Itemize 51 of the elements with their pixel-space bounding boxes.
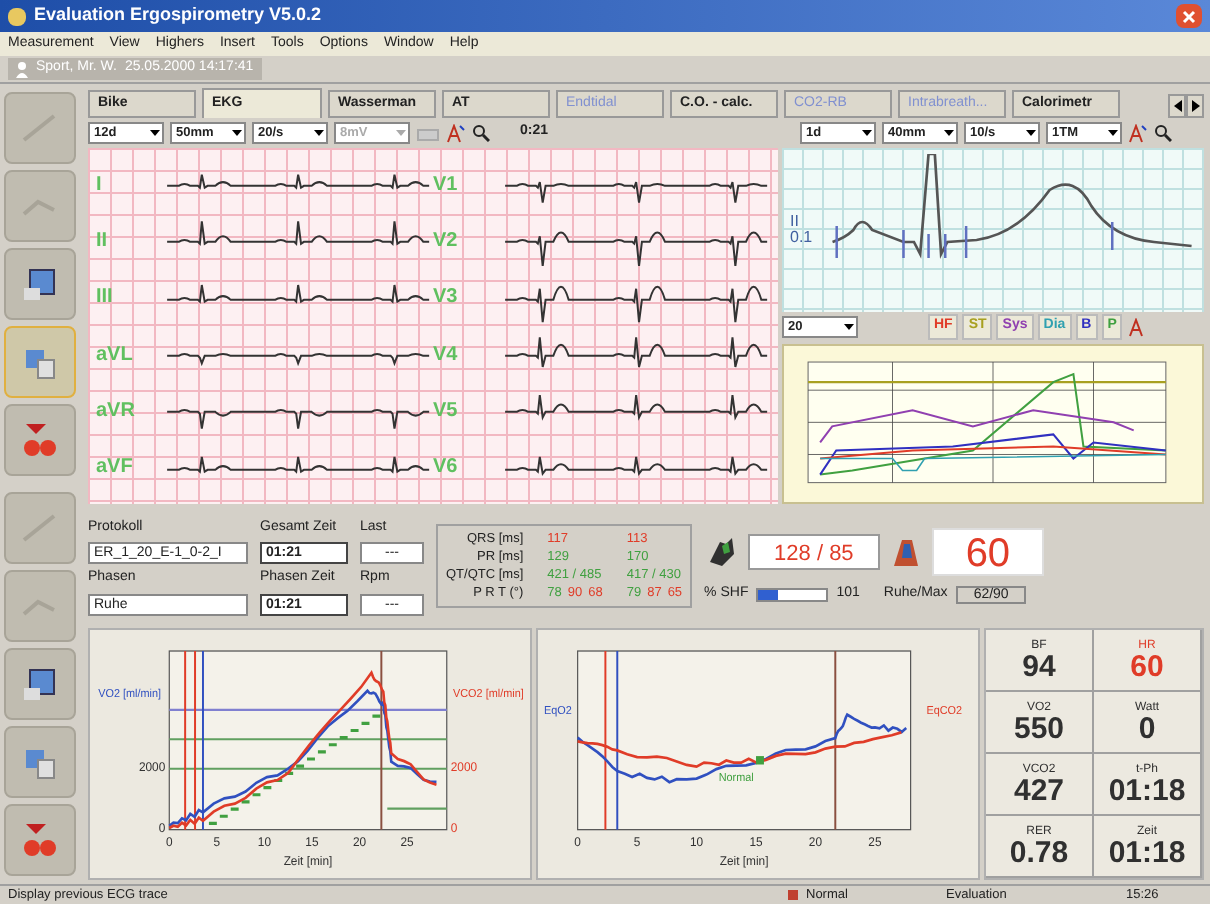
person-icon [16, 61, 28, 77]
caret-icon [312, 126, 326, 140]
lead-label: V6 [433, 454, 460, 483]
caret-icon [394, 126, 408, 140]
marker-square [756, 756, 764, 765]
sidebar-button[interactable] [4, 248, 76, 320]
value-number: 0.78 [1009, 837, 1069, 867]
value-number: 550 [1013, 713, 1065, 743]
caret-icon [148, 126, 162, 140]
sidebar-button[interactable] [4, 648, 76, 720]
tool-icon [18, 820, 62, 860]
value-number: 60 [1130, 651, 1164, 681]
value-number: 01:18 [1108, 775, 1186, 805]
lead-label: V4 [433, 341, 460, 370]
caret-icon [860, 126, 874, 140]
scroll-button[interactable] [1186, 94, 1204, 118]
font-icon[interactable] [446, 123, 466, 143]
lead-label: V1 [433, 171, 460, 200]
value-number: 427 [1013, 775, 1065, 805]
app-icon [8, 7, 26, 25]
caret-icon [1024, 126, 1038, 140]
scale-label: 0.1 [790, 229, 813, 246]
caret-icon [230, 126, 244, 140]
search-icon[interactable] [472, 124, 490, 142]
caret-icon [842, 320, 856, 335]
lead-label: I [96, 171, 104, 200]
lead-label: II [790, 213, 801, 230]
close-icon [1182, 9, 1196, 23]
value-number: 01:18 [1108, 837, 1186, 867]
lead-label: II [96, 227, 110, 256]
window-title: Evaluation Ergospirometry V5.0.2 [34, 2, 322, 29]
heart-rate-value: 60 [931, 527, 1045, 576]
value-number: 94 [1022, 651, 1056, 681]
caret-icon [942, 126, 956, 140]
lead-label: III [96, 284, 115, 313]
tool-icon [18, 420, 62, 460]
font-icon[interactable] [1128, 317, 1149, 338]
lead-label: aVL [96, 341, 135, 370]
scroll-button[interactable] [1168, 94, 1186, 118]
caret-icon [1106, 126, 1120, 140]
font-icon[interactable] [1128, 123, 1148, 143]
close-button[interactable] [1176, 4, 1202, 28]
lead-label: aVR [96, 397, 136, 426]
blood-pressure-value: 128 / 85 [748, 533, 880, 570]
lead-label: V2 [433, 227, 460, 256]
lead-label: V5 [433, 397, 460, 426]
status-icon [788, 890, 798, 900]
lead-label: aVF [96, 454, 135, 483]
lead-label: V3 [433, 284, 460, 313]
search-icon[interactable] [1154, 124, 1172, 142]
value-number: 0 [1138, 713, 1156, 743]
